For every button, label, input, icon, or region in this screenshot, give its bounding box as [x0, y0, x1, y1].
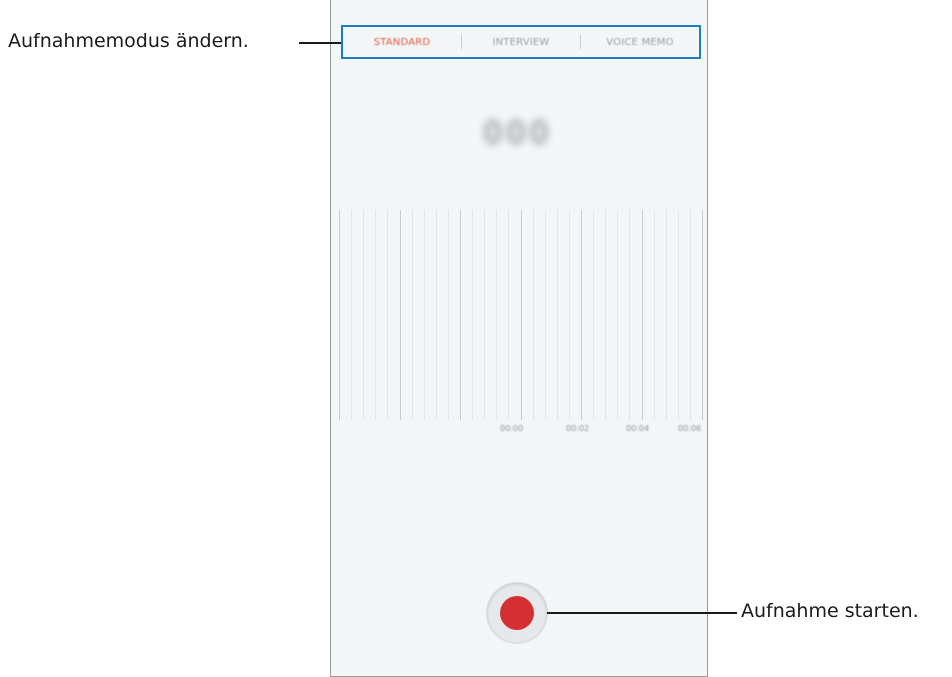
timer-digit: 0: [483, 115, 503, 151]
record-dot-icon: [500, 596, 534, 630]
waveform-major-gridline: [339, 210, 340, 420]
recording-timer: 0 0 0: [422, 108, 610, 158]
recording-mode-tabs: STANDARD INTERVIEW VOICE MEMO: [341, 25, 701, 59]
waveform-grid: [337, 210, 703, 420]
waveform-minor-gridline: [605, 210, 607, 420]
waveform-minor-gridline: [617, 210, 619, 420]
waveform-minor-gridline: [677, 210, 679, 420]
tab-interview[interactable]: INTERVIEW: [462, 37, 580, 48]
waveform-minor-gridline: [435, 210, 437, 420]
timer-digit: 0: [529, 115, 549, 151]
waveform-minor-gridline: [653, 210, 655, 420]
waveform-minor-gridline: [411, 210, 413, 420]
time-label: 00:04: [626, 424, 650, 433]
waveform-minor-gridline: [484, 210, 486, 420]
waveform-minor-gridline: [496, 210, 498, 420]
waveform-major-gridline: [460, 210, 461, 420]
callout-start-recording: Aufnahme starten.: [741, 600, 919, 622]
tab-standard[interactable]: STANDARD: [343, 37, 461, 48]
waveform-major-gridline: [399, 210, 401, 420]
callout-leader-line: [299, 42, 341, 44]
waveform-minor-gridline: [351, 210, 353, 420]
time-label: 00:00: [500, 424, 524, 433]
waveform-minor-gridline: [423, 210, 425, 420]
waveform-major-gridline: [702, 210, 703, 420]
waveform-minor-gridline: [472, 210, 474, 420]
waveform-minor-gridline: [447, 210, 449, 420]
waveform-minor-gridline: [568, 210, 570, 420]
waveform-major-gridline: [581, 210, 582, 420]
waveform-minor-gridline: [593, 210, 595, 420]
callout-mode-change: Aufnahmemodus ändern.: [8, 30, 249, 52]
waveform-minor-gridline: [689, 210, 691, 420]
waveform-major-gridline: [641, 210, 643, 420]
record-button[interactable]: [487, 583, 547, 643]
waveform-minor-gridline: [363, 210, 365, 420]
waveform-minor-gridline: [532, 210, 534, 420]
waveform-minor-gridline: [556, 210, 558, 420]
waveform-time-axis: 00:00 00:02 00:04 00:06: [500, 424, 708, 438]
waveform-minor-gridline: [665, 210, 667, 420]
tab-voice-memo[interactable]: VOICE MEMO: [581, 37, 699, 48]
waveform-minor-gridline: [375, 210, 377, 420]
waveform-minor-gridline: [508, 210, 510, 420]
waveform-minor-gridline: [629, 210, 631, 420]
waveform-minor-gridline: [387, 210, 389, 420]
waveform-minor-gridline: [544, 210, 546, 420]
waveform-major-gridline: [520, 210, 522, 420]
time-label: 00:02: [566, 424, 590, 433]
callout-leader-line: [547, 612, 737, 614]
time-label: 00:06: [678, 424, 702, 433]
timer-digit: 0: [506, 115, 526, 151]
